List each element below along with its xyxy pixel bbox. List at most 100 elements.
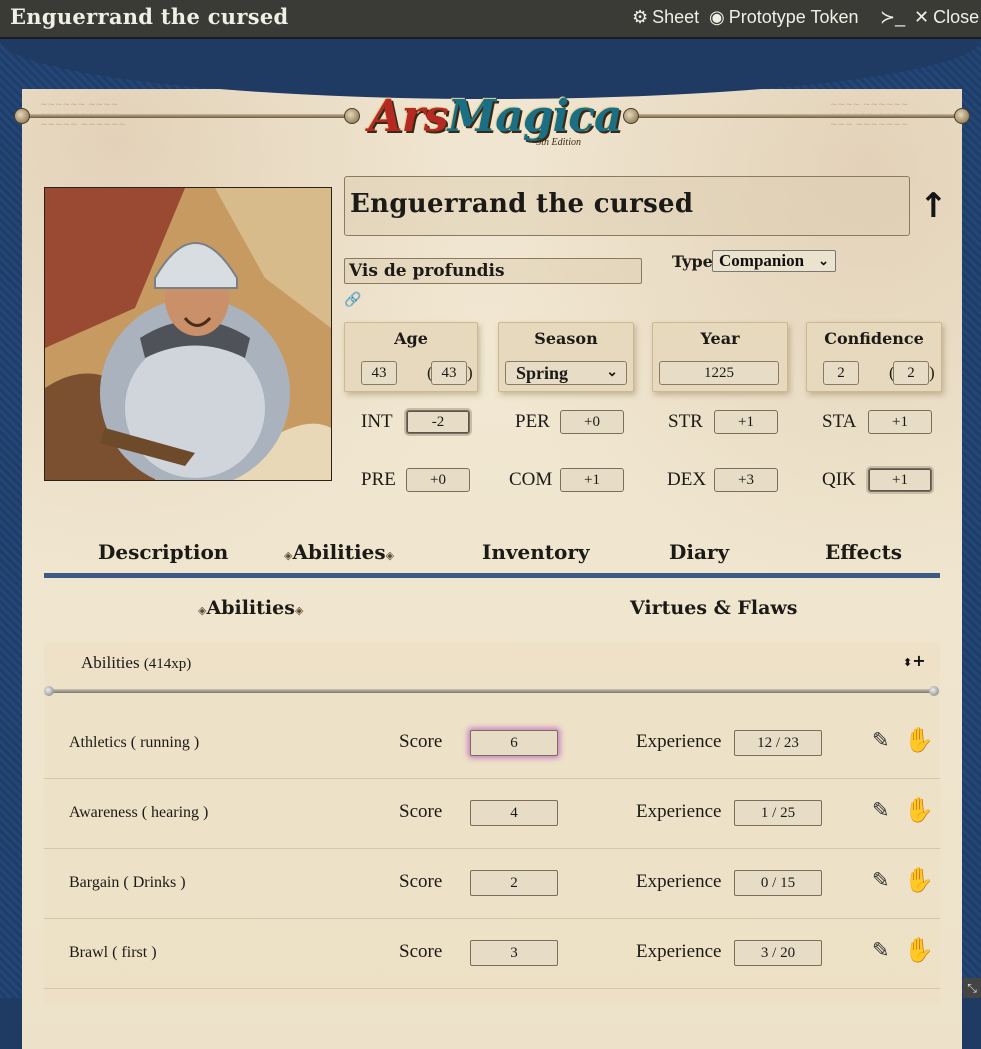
score-label: Score bbox=[399, 731, 443, 752]
paren-close: ) bbox=[929, 363, 935, 382]
paren-close: ) bbox=[467, 363, 473, 382]
tab-underline bbox=[44, 573, 940, 578]
char-field-per[interactable]: +0 bbox=[560, 410, 624, 434]
char-label-pre: PRE bbox=[361, 469, 396, 490]
char-field-qik[interactable]: +1 bbox=[868, 468, 932, 492]
left-rod-knob bbox=[14, 108, 30, 124]
abilities-divider bbox=[49, 689, 935, 693]
tab-diary[interactable]: Diary bbox=[669, 540, 729, 564]
ornament-icon: ◈ bbox=[385, 549, 395, 562]
age-field[interactable]: 43 bbox=[361, 361, 397, 385]
link-icon[interactable]: 🔗 bbox=[344, 292, 361, 308]
prototype-token-label: Prototype Token bbox=[728, 7, 859, 27]
apparent-age-field[interactable]: 43 bbox=[431, 361, 467, 385]
type-select[interactable]: Companion ⌄ bbox=[712, 250, 836, 272]
tab-abilities[interactable]: ◈Abilities◈ bbox=[284, 540, 394, 564]
year-field[interactable]: 1225 bbox=[659, 361, 779, 385]
delete-icon[interactable]: ✋ bbox=[904, 866, 934, 894]
edit-icon[interactable]: ✎ bbox=[872, 728, 890, 752]
experience-field[interactable]: 1 / 25 bbox=[734, 800, 822, 826]
score-field[interactable]: 6 bbox=[470, 730, 558, 756]
char-label-str: STR bbox=[668, 411, 703, 432]
season-title: Season bbox=[534, 329, 598, 348]
prototype-token-button[interactable]: ◉ Prototype Token bbox=[709, 7, 858, 28]
tab-effects[interactable]: Effects bbox=[825, 540, 902, 564]
type-value: Companion bbox=[719, 251, 805, 270]
chevron-down-icon: ⌄ bbox=[818, 253, 829, 268]
char-field-str[interactable]: +1 bbox=[714, 410, 778, 434]
score-field[interactable]: 2 bbox=[470, 870, 558, 896]
logo-magica: Magica bbox=[447, 90, 623, 142]
character-name-field[interactable]: Enguerrand the cursed bbox=[344, 176, 910, 236]
subtab-virtues-flaws[interactable]: Virtues & Flaws bbox=[630, 597, 797, 619]
char-field-int[interactable]: -2 bbox=[406, 410, 470, 434]
logo-ars: Ars bbox=[368, 90, 448, 142]
covenant-field[interactable]: Vis de profundis bbox=[344, 258, 642, 284]
character-name: Enguerrand the cursed bbox=[350, 189, 694, 219]
char-field-pre[interactable]: +0 bbox=[406, 468, 470, 492]
experience-field[interactable]: 3 / 20 bbox=[734, 940, 822, 966]
tab-abilities-label: Abilities bbox=[292, 540, 386, 564]
confidence-max-field[interactable]: 2 bbox=[893, 361, 929, 385]
char-label-com: COM bbox=[509, 469, 553, 490]
experience-label: Experience bbox=[636, 871, 722, 892]
add-ability-button[interactable]: + bbox=[912, 651, 925, 670]
window-title: Enguerrand the cursed bbox=[10, 4, 289, 29]
char-field-sta[interactable]: +1 bbox=[868, 410, 932, 434]
ornament-icon: ◈ bbox=[294, 604, 304, 617]
season-select[interactable]: Spring ⌄ bbox=[505, 361, 627, 385]
char-label-int: INT bbox=[361, 411, 393, 432]
score-field[interactable]: 3 bbox=[470, 940, 558, 966]
ability-name: Athletics ( running ) bbox=[69, 734, 200, 751]
score-field[interactable]: 4 bbox=[470, 800, 558, 826]
age-title: Age bbox=[394, 329, 428, 348]
ability-name: Bargain ( Drinks ) bbox=[69, 874, 186, 891]
sheet-label: Sheet bbox=[652, 7, 700, 27]
experience-label: Experience bbox=[636, 801, 722, 822]
type-label: Type bbox=[672, 252, 713, 271]
ability-row: Awareness ( hearing ) Score 4 Experience… bbox=[44, 778, 940, 849]
season-value: Spring bbox=[516, 363, 569, 383]
edit-icon[interactable]: ✎ bbox=[872, 798, 890, 822]
covenant-value: Vis de profundis bbox=[349, 261, 505, 281]
character-portrait[interactable] bbox=[44, 187, 332, 481]
tab-inventory[interactable]: Inventory bbox=[482, 540, 590, 564]
delete-icon[interactable]: ✋ bbox=[904, 796, 934, 824]
resize-handle-icon[interactable]: ⤡ bbox=[963, 978, 981, 998]
sheet-button[interactable]: ⚙ Sheet bbox=[632, 7, 699, 28]
left-rod-end bbox=[344, 108, 360, 124]
subtab-abilities[interactable]: ◈Abilities◈ bbox=[198, 597, 303, 619]
ability-row: Bargain ( Drinks ) Score 2 Experience 0 … bbox=[44, 848, 940, 919]
ability-name: Awareness ( hearing ) bbox=[69, 804, 209, 821]
char-field-dex[interactable]: +3 bbox=[714, 468, 778, 492]
sort-add-controls: ⬍+ bbox=[903, 651, 926, 670]
edit-icon[interactable]: ✎ bbox=[872, 868, 890, 892]
score-label: Score bbox=[399, 941, 443, 962]
window-header: Enguerrand the cursed ⚙ Sheet ◉ Prototyp… bbox=[0, 0, 981, 39]
right-rod-end bbox=[623, 108, 639, 124]
delete-icon[interactable]: ✋ bbox=[904, 936, 934, 964]
char-field-com[interactable]: +1 bbox=[560, 468, 624, 492]
score-label: Score bbox=[399, 801, 443, 822]
tab-description[interactable]: Description bbox=[98, 540, 228, 564]
experience-field[interactable]: 0 / 15 bbox=[734, 870, 822, 896]
year-card: Year 1225 bbox=[652, 322, 788, 392]
chevron-down-icon: ⌄ bbox=[606, 365, 618, 380]
subtab-abilities-label: Abilities bbox=[206, 597, 295, 619]
experience-field[interactable]: 12 / 23 bbox=[734, 730, 822, 756]
edit-icon[interactable]: ✎ bbox=[872, 938, 890, 962]
char-label-sta: STA bbox=[822, 411, 857, 432]
logo-wordmark: ArsMagica bbox=[368, 90, 623, 142]
arrow-up-icon[interactable]: ↑ bbox=[919, 186, 948, 226]
sort-icon[interactable]: ⬍ bbox=[903, 656, 912, 669]
portrait-image bbox=[45, 188, 331, 480]
delete-icon[interactable]: ✋ bbox=[904, 726, 934, 754]
terminal-button[interactable]: ≻_ bbox=[880, 7, 905, 28]
close-button[interactable]: ✕ Close bbox=[914, 7, 979, 28]
abilities-title: Abilities bbox=[81, 653, 140, 672]
ability-row: Brawl ( first ) Score 3 Experience 3 / 2… bbox=[44, 918, 940, 989]
confidence-field[interactable]: 2 bbox=[823, 361, 859, 385]
year-title: Year bbox=[700, 329, 740, 348]
experience-label: Experience bbox=[636, 731, 722, 752]
divider-knob bbox=[929, 686, 939, 696]
